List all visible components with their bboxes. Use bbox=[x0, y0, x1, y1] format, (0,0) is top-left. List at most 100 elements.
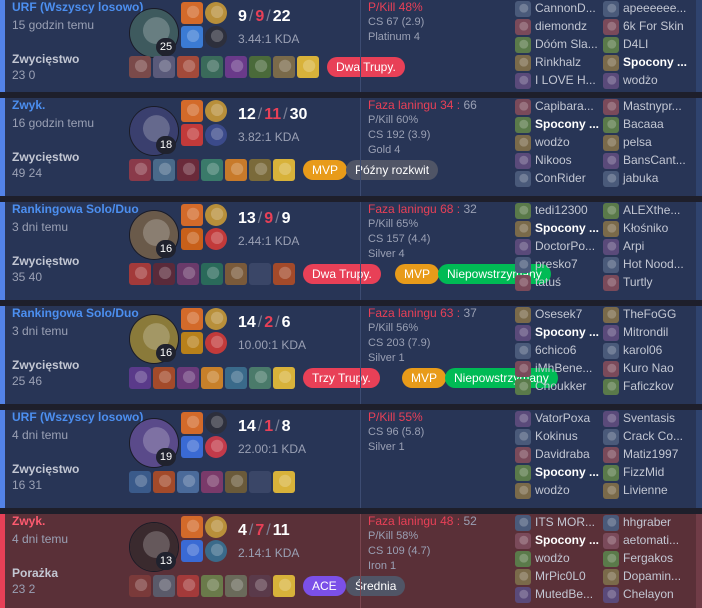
summoner-spell-icon[interactable] bbox=[181, 436, 203, 458]
player-name[interactable]: Osesek7 bbox=[535, 307, 582, 321]
summoner-spell-icon[interactable] bbox=[181, 540, 203, 562]
summoner-spell-icon[interactable] bbox=[181, 204, 203, 226]
player-entry[interactable]: tedi12300 bbox=[515, 202, 610, 220]
item-icon[interactable] bbox=[153, 367, 175, 389]
item-icon[interactable] bbox=[129, 367, 151, 389]
player-entry[interactable]: Spocony ... bbox=[515, 220, 610, 238]
player-entry[interactable]: Nikoos bbox=[515, 152, 610, 170]
player-name[interactable]: Hot Nood... bbox=[623, 257, 684, 271]
item-icon[interactable] bbox=[201, 367, 223, 389]
player-name[interactable]: Crack Co... bbox=[623, 429, 683, 443]
player-entry[interactable]: Crack Co... bbox=[603, 428, 698, 446]
player-entry[interactable]: Sventasis bbox=[603, 410, 698, 428]
player-entry[interactable]: Livienne bbox=[603, 482, 698, 500]
empty-item-slot[interactable] bbox=[249, 471, 271, 493]
item-icon[interactable] bbox=[201, 159, 223, 181]
summoner-spell-icon[interactable] bbox=[181, 412, 203, 434]
player-entry[interactable]: Chelayon bbox=[603, 586, 698, 604]
item-icon[interactable] bbox=[153, 263, 175, 285]
rune-icon[interactable] bbox=[205, 2, 227, 24]
player-entry[interactable]: DoctorPo... bbox=[515, 238, 610, 256]
item-icon[interactable] bbox=[129, 159, 151, 181]
player-name[interactable]: jabuka bbox=[623, 171, 658, 185]
player-name[interactable]: karol06 bbox=[623, 343, 662, 357]
player-name[interactable]: Faficzkov bbox=[623, 379, 674, 393]
player-name[interactable]: Arpi bbox=[623, 239, 644, 253]
player-name[interactable]: 6chico6 bbox=[535, 343, 576, 357]
player-entry[interactable]: Spocony ... bbox=[515, 324, 610, 342]
player-entry[interactable]: Kokinus bbox=[515, 428, 610, 446]
player-entry[interactable]: Spocony ... bbox=[515, 116, 610, 134]
player-name[interactable]: Choukker bbox=[535, 379, 586, 393]
item-icon[interactable] bbox=[201, 56, 223, 78]
item-icon[interactable] bbox=[129, 56, 151, 78]
item-icon[interactable] bbox=[177, 575, 199, 597]
player-entry[interactable]: Spocony ... bbox=[603, 54, 698, 72]
summoner-spell-icon[interactable] bbox=[181, 308, 203, 330]
player-entry[interactable]: TheFoGG bbox=[603, 306, 698, 324]
item-icon[interactable] bbox=[249, 56, 271, 78]
player-entry[interactable]: wodżo bbox=[515, 482, 610, 500]
player-name[interactable]: Sventasis bbox=[623, 411, 675, 425]
player-entry[interactable]: iMhBene... bbox=[515, 360, 610, 378]
summoner-spell-icon[interactable] bbox=[181, 2, 203, 24]
item-icon[interactable] bbox=[273, 575, 295, 597]
match-row[interactable]: Zwyk. 4 dni temu Porażka 23 2 13 4/7/11 2.14:1… bbox=[0, 514, 702, 608]
match-row[interactable]: Zwyk. 16 godzin temu Zwycięstwo 49 24 18 12/1… bbox=[0, 98, 702, 196]
item-icon[interactable] bbox=[225, 471, 247, 493]
item-icon[interactable] bbox=[201, 575, 223, 597]
item-icon[interactable] bbox=[153, 159, 175, 181]
summoner-spell-icon[interactable] bbox=[181, 124, 203, 146]
item-icon[interactable] bbox=[129, 575, 151, 597]
player-name[interactable]: TheFoGG bbox=[623, 307, 676, 321]
player-name[interactable]: Kokinus bbox=[535, 429, 578, 443]
player-entry[interactable]: Davidraba bbox=[515, 446, 610, 464]
match-row[interactable]: Rankingowa Solo/Duo 3 dni temu Zwycięstwo 3… bbox=[0, 202, 702, 300]
player-entry[interactable]: 6chico6 bbox=[515, 342, 610, 360]
empty-item-slot[interactable] bbox=[249, 263, 271, 285]
rune-icon[interactable] bbox=[205, 124, 227, 146]
item-icon[interactable] bbox=[129, 263, 151, 285]
player-name[interactable]: wodżo bbox=[535, 483, 570, 497]
player-entry[interactable]: aetomati... bbox=[603, 532, 698, 550]
match-row[interactable]: URF (Wszyscy losowo) 15 godzin temu Zwycię… bbox=[0, 0, 702, 92]
player-entry[interactable]: hhgraber bbox=[603, 514, 698, 532]
item-icon[interactable] bbox=[177, 56, 199, 78]
item-icon[interactable] bbox=[225, 159, 247, 181]
player-name[interactable]: diemondz bbox=[535, 19, 587, 33]
rune-icon[interactable] bbox=[205, 540, 227, 562]
item-icon[interactable] bbox=[249, 575, 271, 597]
player-name[interactable]: Livienne bbox=[623, 483, 668, 497]
player-entry[interactable]: wodżo bbox=[515, 550, 610, 568]
player-name[interactable]: Rinkhalz bbox=[535, 55, 581, 69]
player-name[interactable]: presko7 bbox=[535, 257, 578, 271]
player-entry[interactable]: Bacaaa bbox=[603, 116, 698, 134]
player-entry[interactable]: Kuro Nao bbox=[603, 360, 698, 378]
player-name[interactable]: Davidraba bbox=[535, 447, 590, 461]
player-name[interactable]: Mastnypr... bbox=[623, 99, 682, 113]
player-entry[interactable]: Dóóm Sla... bbox=[515, 36, 610, 54]
player-entry[interactable]: VatorPoxa bbox=[515, 410, 610, 428]
summoner-spell-icon[interactable] bbox=[181, 332, 203, 354]
player-name[interactable]: Turtly bbox=[623, 275, 653, 289]
match-row[interactable]: URF (Wszyscy losowo) 4 dni temu Zwycięstwo… bbox=[0, 410, 702, 508]
player-name[interactable]: tatuś bbox=[535, 275, 561, 289]
item-icon[interactable] bbox=[273, 159, 295, 181]
player-entry[interactable]: Dopamin... bbox=[603, 568, 698, 586]
item-icon[interactable] bbox=[153, 471, 175, 493]
player-entry[interactable]: MutedBe... bbox=[515, 586, 610, 604]
player-name[interactable]: Mitrondil bbox=[623, 325, 668, 339]
player-name[interactable]: iMhBene... bbox=[535, 361, 592, 375]
item-icon[interactable] bbox=[201, 471, 223, 493]
summoner-spell-icon[interactable] bbox=[181, 516, 203, 538]
player-name[interactable]: apeeeeee... bbox=[623, 1, 686, 15]
player-entry[interactable]: ConRider bbox=[515, 170, 610, 188]
player-name[interactable]: D4LI bbox=[623, 37, 648, 51]
item-icon[interactable] bbox=[297, 56, 319, 78]
player-entry[interactable]: BansCant... bbox=[603, 152, 698, 170]
player-name[interactable]: Kłośniko bbox=[623, 221, 668, 235]
rune-icon[interactable] bbox=[205, 228, 227, 250]
rune-icon[interactable] bbox=[205, 412, 227, 434]
item-icon[interactable] bbox=[273, 263, 295, 285]
player-entry[interactable]: 6k For Skin bbox=[603, 18, 698, 36]
